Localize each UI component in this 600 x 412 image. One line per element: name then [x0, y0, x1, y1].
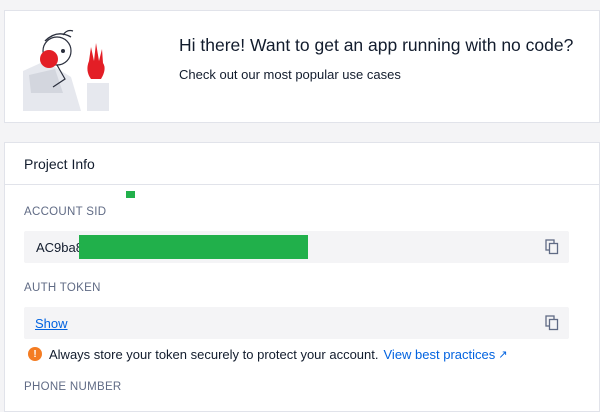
show-token-link[interactable]: Show [35, 316, 68, 331]
promo-title: Hi there! Want to get an app running wit… [179, 35, 574, 55]
copy-icon[interactable] [545, 315, 559, 331]
auth-token-label: AUTH TOKEN [24, 282, 101, 294]
copy-icon[interactable] [545, 239, 559, 255]
warning-text: Always store your token securely to prot… [49, 346, 379, 362]
external-link-icon: ↗ [498, 348, 508, 361]
account-sid-field: AC9ba8 [24, 231, 569, 263]
mascot-illustration [23, 29, 109, 111]
best-practices-link[interactable]: View best practices [384, 347, 496, 362]
card-header: Project Info [5, 143, 599, 185]
redaction-bar [79, 235, 308, 259]
card-title: Project Info [24, 155, 95, 172]
promo-banner: Hi there! Want to get an app running wit… [4, 10, 600, 123]
warning-icon: ! [28, 347, 42, 361]
phone-number-label: PHONE NUMBER [24, 381, 122, 393]
account-sid-value: AC9ba8 [36, 240, 83, 255]
project-info-card: Project Info ACCOUNT SID AC9ba8 AUTH TOK… [4, 142, 600, 412]
auth-token-field: Show [24, 307, 569, 339]
promo-subtitle: Check out our most popular use cases [179, 67, 401, 82]
account-sid-label: ACCOUNT SID [24, 206, 107, 218]
token-warning: ! Always store your token securely to pr… [28, 346, 507, 362]
redaction-mark [126, 191, 135, 198]
